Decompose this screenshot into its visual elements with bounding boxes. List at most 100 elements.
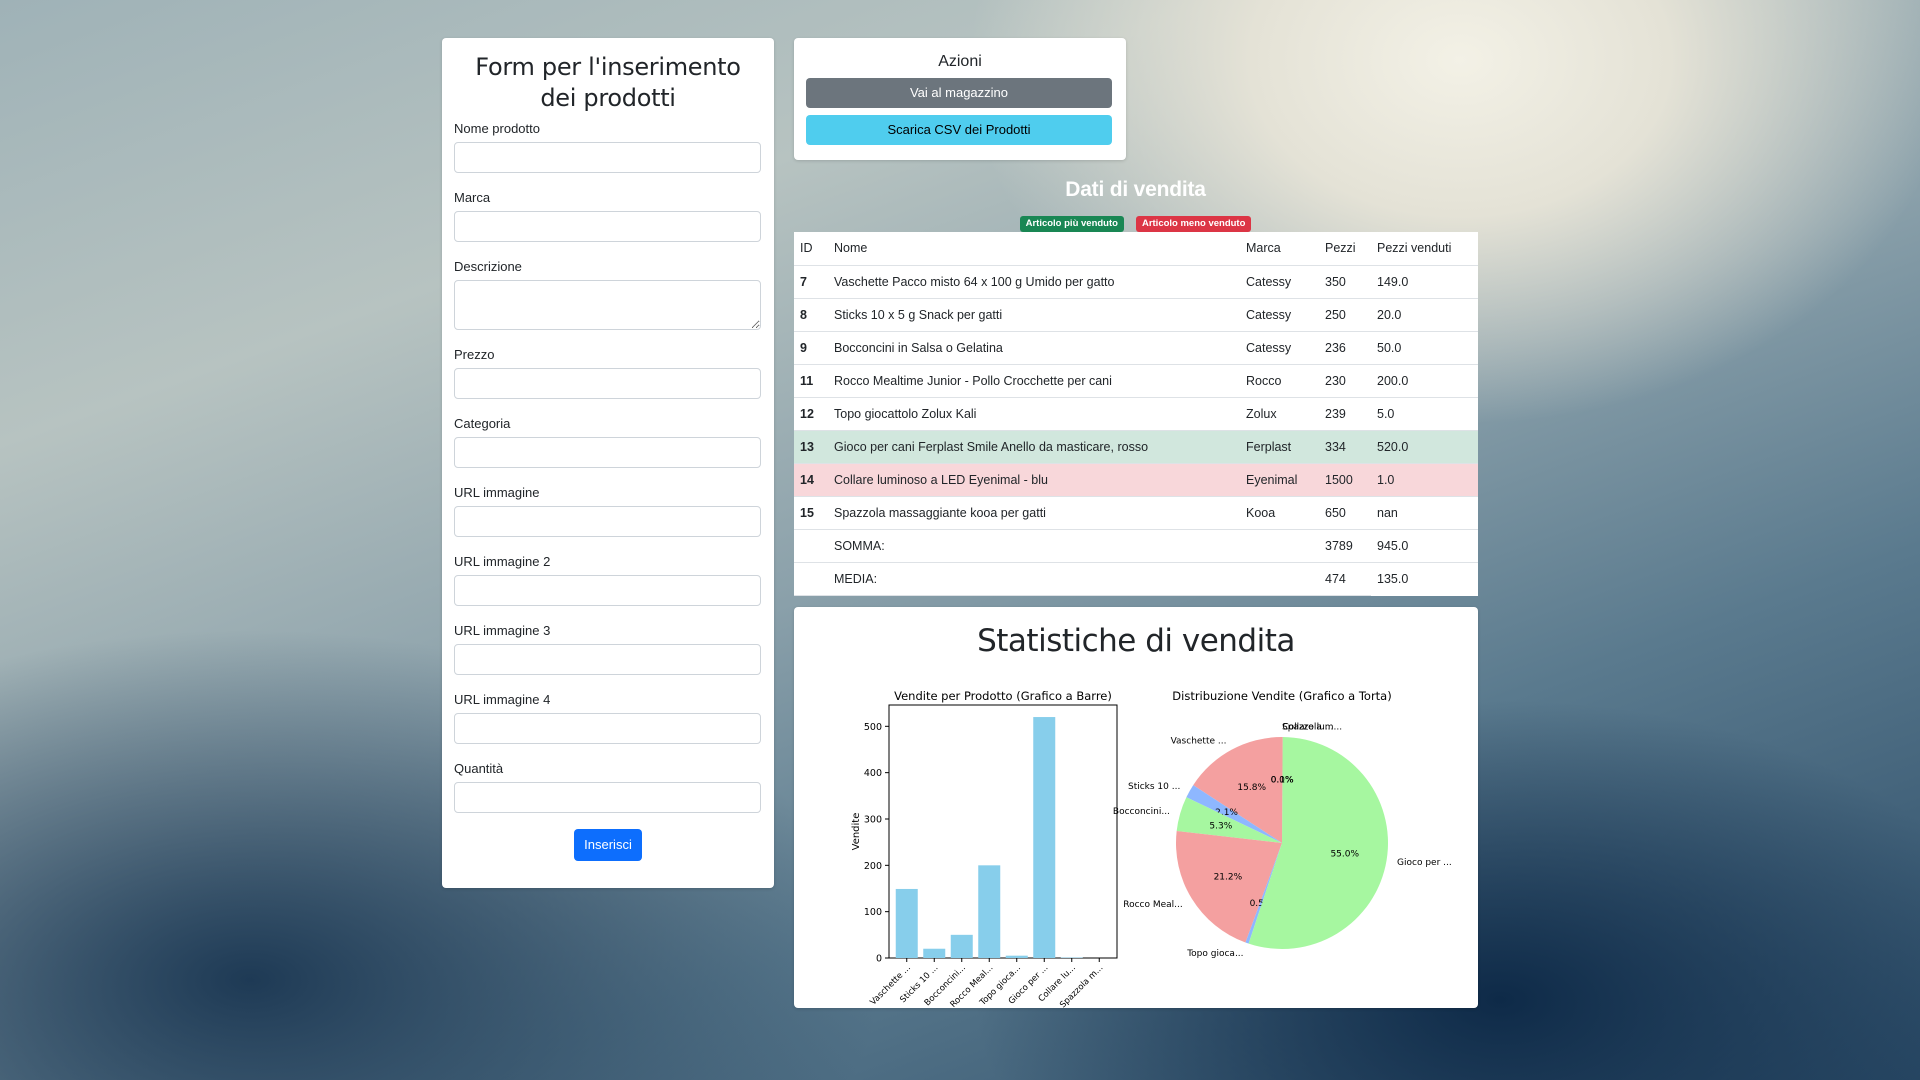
cell-venduti: nan	[1371, 496, 1478, 530]
cell-nome: Gioco per cani Ferplast Smile Anello da …	[828, 430, 1240, 464]
quantita-field[interactable]	[454, 782, 761, 813]
cell-empty	[794, 529, 828, 563]
cell-pezzi: 250	[1319, 298, 1371, 332]
bar-chart-title: Vendite per Prodotto (Grafico a Barre)	[894, 689, 1112, 703]
marca-field[interactable]	[454, 211, 761, 242]
pie-pct-label: 15.8%	[1237, 783, 1266, 793]
marca-label: Marca	[454, 190, 491, 205]
categoria-field[interactable]	[454, 437, 761, 468]
y-axis-label: Vendite	[851, 813, 862, 851]
table-row: 7 Vaschette Pacco misto 64 x 100 g Umido …	[794, 265, 1478, 299]
cell-nome: Collare luminoso a LED Eyenimal - blu	[828, 463, 1240, 497]
cell-total-pezzi: 474	[1319, 562, 1371, 596]
table-row: 14 Collare luminoso a LED Eyenimal - blu E…	[794, 463, 1478, 497]
descrizione-field[interactable]	[454, 280, 761, 330]
cell-marca: Catessy	[1240, 265, 1319, 299]
cell-id: 11	[794, 364, 828, 398]
header-pezzi: Pezzi	[1319, 232, 1371, 266]
product-form-card: Form per l'inserimento dei prodotti Nome…	[442, 38, 774, 888]
url-immagine-4-field[interactable]	[454, 713, 761, 744]
bar	[978, 865, 1001, 958]
quantita-label: Quantità	[454, 761, 504, 776]
nome-prodotto-label: Nome prodotto	[454, 121, 540, 136]
header-nome: Nome	[828, 232, 1240, 266]
cell-marca: Catessy	[1240, 298, 1319, 332]
cell-id: 13	[794, 430, 828, 464]
cell-venduti: 200.0	[1371, 364, 1478, 398]
header-marca: Marca	[1240, 232, 1319, 266]
form-group-url-immagine: URL immagine	[454, 484, 762, 537]
cell-venduti: 149.0	[1371, 265, 1478, 299]
best-seller-badge: Articolo più venduto	[1019, 216, 1124, 232]
stats-card: Statistiche di vendita Vendite per Prodo…	[794, 607, 1478, 1008]
cell-total-venduti: 945.0	[1371, 529, 1478, 563]
pie-pct-label: 0.0%	[1271, 775, 1294, 785]
cell-venduti: 1.0	[1371, 463, 1478, 497]
cell-total-venduti: 135.0	[1377, 571, 1409, 586]
cell-id: 15	[794, 496, 828, 530]
prezzo-field[interactable]	[454, 368, 761, 399]
y-tick-label: 0	[876, 954, 882, 965]
cell-pezzi: 1500	[1319, 463, 1371, 497]
form-group-url-immagine-2: URL immagine 2	[454, 553, 762, 606]
cell-venduti: 20.0	[1371, 298, 1478, 332]
url-immagine-field[interactable]	[454, 506, 761, 537]
cell-marca: Eyenimal	[1240, 463, 1319, 497]
form-group-categoria: Categoria	[454, 415, 762, 468]
cell-marca: Catessy	[1240, 331, 1319, 365]
url-immagine-3-label: URL immagine 3	[454, 623, 551, 638]
table-row: 13 Gioco per cani Ferplast Smile Anello d…	[794, 430, 1478, 464]
cell-venduti: 520.0	[1371, 430, 1478, 464]
cell-pezzi: 239	[1319, 397, 1371, 431]
go-to-warehouse-button[interactable]: Vai al magazzino	[806, 78, 1112, 108]
sales-legend: Articolo più venduto Articolo meno vendu…	[794, 216, 1477, 232]
table-row: 8 Sticks 10 x 5 g Snack per gatti Catessy 2…	[794, 298, 1478, 332]
bar	[895, 888, 918, 958]
cell-pezzi: 350	[1319, 265, 1371, 299]
bar	[923, 948, 946, 958]
y-tick-label: 500	[864, 722, 882, 733]
bar-chart-frame	[888, 704, 1118, 959]
cell-venduti: 50.0	[1371, 331, 1478, 365]
y-tick-label: 400	[864, 768, 882, 779]
cell-pezzi: 650	[1319, 496, 1371, 530]
download-csv-button[interactable]: Scarica CSV dei Prodotti	[806, 115, 1112, 145]
table-row: 15 Spazzola massaggiante kooa per gatti Ko…	[794, 496, 1478, 530]
cell-marca: Rocco	[1240, 364, 1319, 398]
y-tick-label: 300	[864, 814, 882, 825]
cell-empty	[794, 562, 828, 596]
url-immagine-4-label: URL immagine 4	[454, 692, 551, 707]
cell-id: 8	[794, 298, 828, 332]
pie-label: Rocco Meal...	[1123, 900, 1183, 910]
pie-chart-title: Distribuzione Vendite (Grafico a Torta)	[1172, 689, 1391, 703]
stats-charts: Vendite per Prodotto (Grafico a Barre) 0 1…	[851, 689, 1452, 1008]
pie-label: Topo gioca...	[1186, 949, 1243, 959]
table-row: 9 Bocconcini in Salsa o Gelatina Catessy 23…	[794, 331, 1478, 365]
pie-pct-label: 21.2%	[1214, 872, 1243, 882]
form-group-url-immagine-3: URL immagine 3	[454, 622, 762, 675]
cell-nome: Sticks 10 x 5 g Snack per gatti	[828, 298, 1240, 332]
form-title: Form per l'inserimento dei prodotti	[475, 53, 741, 112]
cell-total-label: MEDIA:	[828, 562, 1240, 596]
nome-prodotto-field[interactable]	[454, 142, 761, 173]
cell-id: 9	[794, 331, 828, 365]
insert-button[interactable]: Inserisci	[574, 829, 642, 861]
descrizione-label: Descrizione	[454, 259, 522, 274]
table-row: 11 Rocco Mealtime Junior - Pollo Crocchet…	[794, 364, 1478, 398]
y-tick-label: 200	[864, 861, 882, 872]
cell-id: 12	[794, 397, 828, 431]
table-header-row: ID Nome Marca Pezzi Pezzi venduti	[794, 232, 1478, 266]
bar	[1005, 955, 1028, 958]
url-immagine-label: URL immagine	[454, 485, 540, 500]
cell-id: 7	[794, 265, 828, 299]
form-group-nome-prodotto: Nome prodotto	[454, 120, 762, 173]
form-group-descrizione: Descrizione	[454, 258, 762, 330]
cell-empty	[1240, 562, 1319, 596]
form-fields: Nome prodotto Marca Descrizione Prezzo Categ…	[454, 120, 762, 813]
pie-label: Gioco per ...	[1397, 858, 1452, 868]
cell-marca: Kooa	[1240, 496, 1319, 530]
url-immagine-3-field[interactable]	[454, 644, 761, 675]
url-immagine-2-field[interactable]	[454, 575, 761, 606]
cell-pezzi: 334	[1319, 430, 1371, 464]
cell-nome: Topo giocattolo Zolux Kali	[828, 397, 1240, 431]
